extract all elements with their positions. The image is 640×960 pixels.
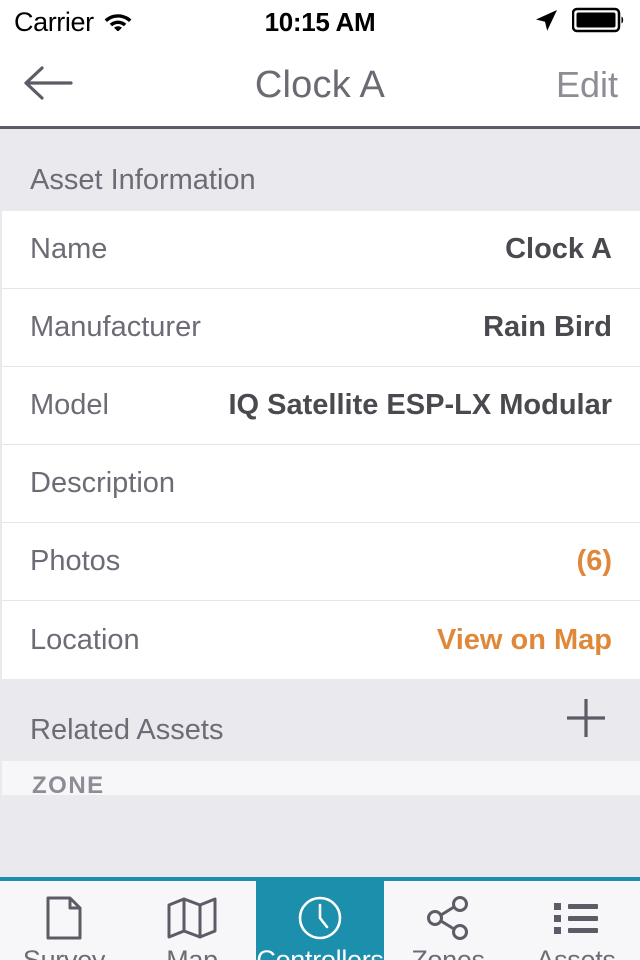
edit-button[interactable]: Edit	[556, 64, 618, 106]
content-scroll-area[interactable]: Asset Information Name Clock A Manufactu…	[0, 129, 640, 877]
tab-label: Survey	[22, 944, 106, 960]
section-title: Related Assets	[30, 714, 224, 746]
view-on-map-link[interactable]: View on Map	[437, 624, 612, 657]
tab-label: Map	[166, 944, 218, 960]
row-value: Clock A	[505, 233, 612, 265]
row-label: Model	[30, 389, 109, 421]
row-label: Location	[30, 623, 140, 656]
tab-survey[interactable]: Survey	[0, 881, 128, 960]
navigation-bar: Clock A Edit	[0, 44, 640, 129]
add-related-asset-button[interactable]	[562, 694, 610, 747]
status-bar: Carrier 10:15 AM	[0, 0, 640, 44]
row-value: Rain Bird	[483, 311, 612, 343]
section-header-related-assets: Related Assets	[0, 679, 640, 761]
plus-icon	[562, 694, 610, 747]
page-title: Clock A	[254, 63, 386, 106]
row-label: Name	[30, 233, 108, 265]
row-model[interactable]: Model IQ Satellite ESP-LX Modular	[2, 367, 640, 445]
section-header-asset-information: Asset Information	[0, 129, 640, 211]
map-icon	[166, 895, 218, 941]
back-button[interactable]	[22, 63, 74, 108]
tab-label: Controllers	[256, 944, 384, 960]
location-arrow-icon	[532, 6, 560, 39]
row-name[interactable]: Name Clock A	[2, 211, 640, 289]
row-photos[interactable]: Photos (6)	[2, 523, 640, 601]
row-label: Photos	[30, 545, 121, 577]
row-location[interactable]: Location View on Map	[2, 601, 640, 679]
row-manufacturer[interactable]: Manufacturer Rain Bird	[2, 289, 640, 367]
document-icon	[42, 895, 86, 941]
group-header-label: ZONE	[32, 772, 105, 796]
tab-label: Assets	[536, 944, 616, 960]
photos-count-value[interactable]: (6)	[577, 545, 612, 578]
row-label: Description	[30, 467, 176, 499]
tab-map[interactable]: Map	[128, 881, 256, 960]
row-value: IQ Satellite ESP-LX Modular	[228, 389, 612, 421]
tab-label: Zones	[411, 944, 485, 960]
clock-icon	[297, 895, 343, 941]
tab-assets[interactable]: Assets	[512, 881, 640, 960]
row-label: Manufacturer	[30, 311, 201, 343]
asset-information-card: Name Clock A Manufacturer Rain Bird Mode…	[2, 211, 640, 679]
row-description[interactable]: Description	[2, 445, 640, 523]
status-bar-right	[532, 6, 626, 39]
tab-controllers[interactable]: Controllers	[256, 881, 384, 960]
battery-full-icon	[571, 7, 626, 38]
share-icon	[425, 895, 471, 941]
back-arrow-icon	[22, 63, 74, 108]
list-icon	[552, 895, 600, 941]
tab-zones[interactable]: Zones	[384, 881, 512, 960]
tab-bar: Survey Map Controllers Zones Assets	[0, 877, 640, 960]
related-assets-group-header: ZONE	[2, 761, 640, 795]
section-title: Asset Information	[30, 164, 256, 196]
